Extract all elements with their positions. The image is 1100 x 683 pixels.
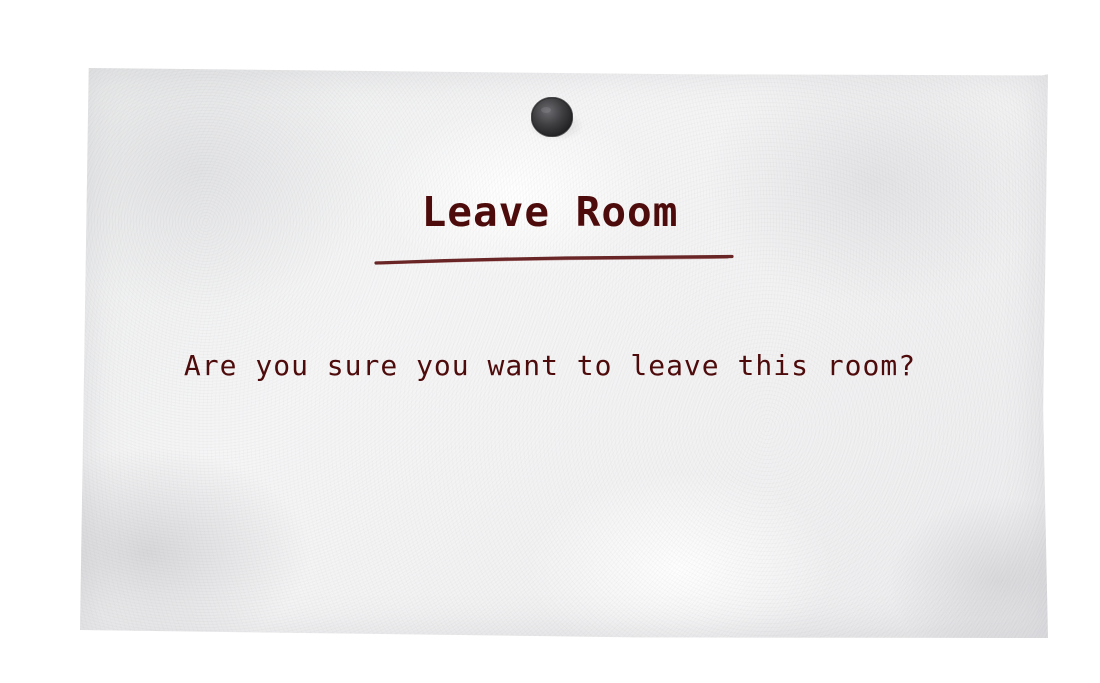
pushpin-icon [531,97,573,137]
title-underline [374,254,734,265]
dialog-message: Are you sure you want to leave this room… [183,349,917,382]
dialog-title: Leave Room [421,188,679,236]
